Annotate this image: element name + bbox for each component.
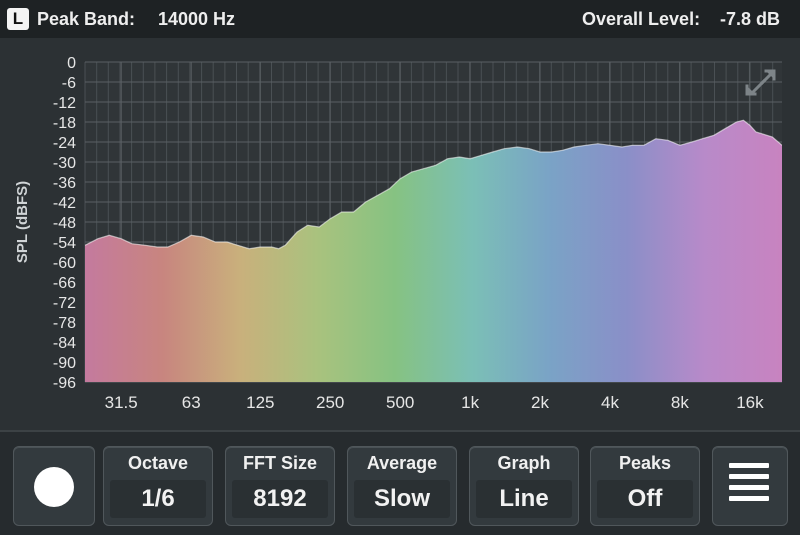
y-tick-label: -12 — [53, 95, 76, 112]
y-axis: 0 -6 -12 -18 -24 -30 -36 -42 -48 -54 -60 -66 -72 -78 -… — [53, 55, 76, 392]
peaks-button[interactable]: Peaks Off — [590, 446, 700, 526]
x-tick-label: 16k — [736, 393, 764, 412]
graph-button[interactable]: Graph Line — [469, 446, 579, 526]
octave-button[interactable]: Octave 1/6 — [103, 446, 213, 526]
y-tick-label: -24 — [53, 135, 76, 152]
x-tick-label: 500 — [386, 393, 414, 412]
spectrum-chart[interactable]: 0 -6 -12 -18 -24 -30 -36 -42 -48 -54 -60 -66 -72 -78 -… — [0, 38, 800, 418]
y-tick-label: -66 — [53, 275, 76, 292]
x-tick-label: 63 — [182, 393, 201, 412]
y-tick-label: -84 — [53, 335, 76, 352]
x-tick-label: 8k — [671, 393, 689, 412]
y-tick-label: -30 — [53, 155, 76, 172]
fft-size-value: 8192 — [232, 480, 328, 518]
y-tick-label: -78 — [53, 315, 76, 332]
x-tick-label: 125 — [246, 393, 274, 412]
y-tick-label: -36 — [53, 175, 76, 192]
y-tick-label: 0 — [67, 55, 76, 72]
fft-size-button[interactable]: FFT Size 8192 — [225, 446, 335, 526]
average-button[interactable]: Average Slow — [347, 446, 457, 526]
average-value: Slow — [354, 480, 450, 518]
menu-button[interactable] — [712, 446, 788, 526]
y-tick-label: -90 — [53, 355, 76, 372]
octave-label: Octave — [127, 453, 189, 473]
y-tick-label: -18 — [53, 115, 76, 132]
record-button[interactable] — [13, 446, 95, 526]
graph-value: Line — [476, 480, 572, 518]
octave-value: 1/6 — [110, 480, 206, 518]
y-tick-label: -72 — [53, 295, 76, 312]
fft-size-label: FFT Size — [242, 453, 317, 473]
y-tick-label: -60 — [53, 255, 76, 272]
peaks-label: Peaks — [618, 453, 672, 473]
graph-label: Graph — [497, 453, 551, 473]
x-tick-label: 4k — [601, 393, 619, 412]
peak-band-value: 14000 Hz — [158, 9, 236, 29]
x-tick-label: 31.5 — [105, 393, 138, 412]
overall-level-value: -7.8 dB — [720, 9, 781, 29]
y-tick-label: -54 — [53, 235, 76, 252]
y-tick-label: -6 — [62, 75, 76, 92]
y-tick-label: -48 — [53, 215, 76, 232]
peak-band-label: Peak Band: — [37, 9, 136, 29]
x-tick-label: 1k — [461, 393, 479, 412]
peaks-value: Off — [597, 480, 693, 518]
x-tick-label: 250 — [316, 393, 344, 412]
average-label: Average — [366, 453, 438, 473]
y-axis-label: SPL (dBFS) — [14, 181, 31, 263]
top-info-bar: L Peak Band: 14000 Hz Overall Level: -7.… — [0, 0, 800, 38]
x-tick-label: 2k — [531, 393, 549, 412]
y-tick-label: -96 — [53, 375, 76, 392]
channel-badge[interactable]: L — [7, 8, 29, 30]
overall-level-label: Overall Level: — [582, 9, 701, 29]
y-tick-label: -42 — [53, 195, 76, 212]
x-axis: 31.5 63 125 250 500 1k 2k 4k 8k 16k — [105, 393, 764, 412]
record-icon — [34, 467, 74, 507]
bottom-toolbar: Octave 1/6 FFT Size 8192 Average Slow Gr… — [0, 430, 800, 535]
